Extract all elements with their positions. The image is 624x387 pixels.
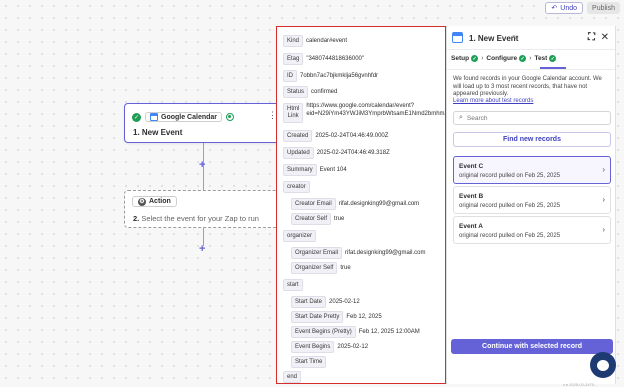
add-step-plus-icon[interactable]: +	[199, 160, 205, 171]
trigger-header: ✓ Google Calendar	[132, 112, 235, 122]
group-organizer: organizer	[283, 230, 317, 242]
tab-setup[interactable]: Setup ✓	[451, 55, 479, 62]
edit-pencil-icon[interactable]: ✎	[512, 34, 518, 42]
field-event-begins: Event Begins 2025-02-12	[291, 341, 368, 353]
field-etag: Etag "3480744818636000"	[283, 53, 364, 65]
group-end: end	[283, 371, 302, 383]
close-icon[interactable]: ✕	[601, 32, 609, 43]
chevron-right-icon: ›	[602, 225, 605, 234]
check-icon: ✓	[471, 55, 479, 62]
trigger-step-title: 1. New Event	[133, 128, 183, 137]
search-input[interactable]	[466, 114, 597, 122]
chevron-right-icon: ›	[602, 165, 605, 174]
chat-support-button[interactable]	[590, 352, 616, 378]
learn-more-link[interactable]: Learn more about test records	[453, 98, 533, 104]
field-organizer-email: Organizer Email rifat.designking99@gmail.…	[291, 247, 425, 259]
group-start: start	[283, 279, 303, 291]
step-tabs: Setup ✓ › Configure ✓ › Test ✓	[451, 55, 557, 62]
google-calendar-icon	[452, 32, 463, 43]
undo-icon: ↶	[551, 5, 558, 12]
check-icon: ✓	[132, 112, 141, 122]
chevron-right-icon: ›	[602, 195, 605, 204]
field-organizer-self: Organizer Self true	[291, 262, 351, 274]
record-item-event-b[interactable]: Event B original record pulled on Feb 25…	[453, 186, 611, 214]
panel-title: 1. New Event	[469, 34, 519, 43]
field-created: Created 2025-02-24T04:46:49.000Z	[283, 130, 388, 142]
field-html-link: Html Link https://www.google.com/calendar…	[283, 103, 445, 123]
group-creator: creator	[283, 181, 310, 193]
action-step-card[interactable]: ⚙ Action 2. Select the event for your Za…	[124, 190, 282, 228]
chevron-right-icon: ›	[529, 55, 532, 62]
record-item-event-a[interactable]: Event A original record pulled on Feb 25…	[453, 216, 611, 244]
field-creator-self: Creator Self true	[291, 213, 344, 225]
top-toolbar: ↶ Undo Publish	[545, 2, 620, 14]
field-start-date-pretty: Start Date Pretty Feb 12, 2025	[291, 311, 382, 323]
tabs-divider	[447, 69, 615, 70]
step-side-panel: 1. New Event ✎ ⛶ ✕ Setup ✓ › Configure ✓…	[446, 26, 616, 384]
undo-button[interactable]: ↶ Undo	[545, 2, 584, 14]
chevron-right-icon: ›	[481, 55, 484, 62]
tab-configure[interactable]: Configure ✓	[486, 55, 527, 62]
app-badge: Google Calendar	[145, 112, 223, 122]
check-icon: ✓	[519, 55, 527, 62]
field-start-date: Start Date 2025-02-12	[291, 296, 360, 308]
field-start-time: Start Time	[291, 356, 327, 368]
record-data-panel: Kind calendar#event Etag "3480744818636000…	[276, 26, 446, 384]
field-id: ID 7obbn7ac7bjkmklja56gvnhfdr	[283, 70, 378, 82]
record-item-event-c[interactable]: Event C original record pulled on Feb 25…	[453, 156, 611, 184]
trigger-step-card[interactable]: ✓ Google Calendar ⋮ 1. New Event	[124, 103, 282, 143]
continue-button[interactable]: Continue with selected record	[451, 339, 613, 354]
add-step-plus-icon-bottom[interactable]: +	[199, 244, 205, 255]
chat-icon	[597, 359, 609, 371]
tab-test[interactable]: Test ✓	[534, 55, 557, 62]
publish-button[interactable]: Publish	[587, 2, 620, 14]
field-creator-email: Creator Email rifat.designking99@gmail.co…	[291, 198, 419, 210]
field-status: Status confirmed	[283, 86, 337, 98]
panel-header: 1. New Event ✎ ⛶ ✕	[447, 26, 615, 50]
search-icon: ⌕	[459, 114, 463, 121]
version-note: v.e 2025-02-24T0...	[563, 382, 598, 387]
action-step-subtitle: 2. Select the event for your Zap to run	[133, 214, 259, 223]
info-text: We found records in your Google Calendar…	[453, 76, 602, 97]
status-icon	[226, 113, 235, 121]
find-new-records-button[interactable]: Find new records	[453, 132, 611, 147]
expand-icon[interactable]: ⛶	[588, 32, 595, 43]
check-icon: ✓	[549, 55, 557, 62]
google-calendar-icon	[150, 113, 158, 121]
search-box[interactable]: ⌕	[453, 111, 611, 125]
field-summary: Summary Event 104	[283, 164, 347, 176]
action-badge: ⚙ Action	[132, 196, 177, 207]
field-event-begins-pretty: Event Begins (Pretty) Feb 12, 2025 12:00A…	[291, 326, 420, 338]
gear-icon: ⚙	[138, 197, 146, 206]
field-kind: Kind calendar#event	[283, 35, 347, 47]
field-updated: Updated 2025-02-24T04:46:49.318Z	[283, 147, 390, 159]
